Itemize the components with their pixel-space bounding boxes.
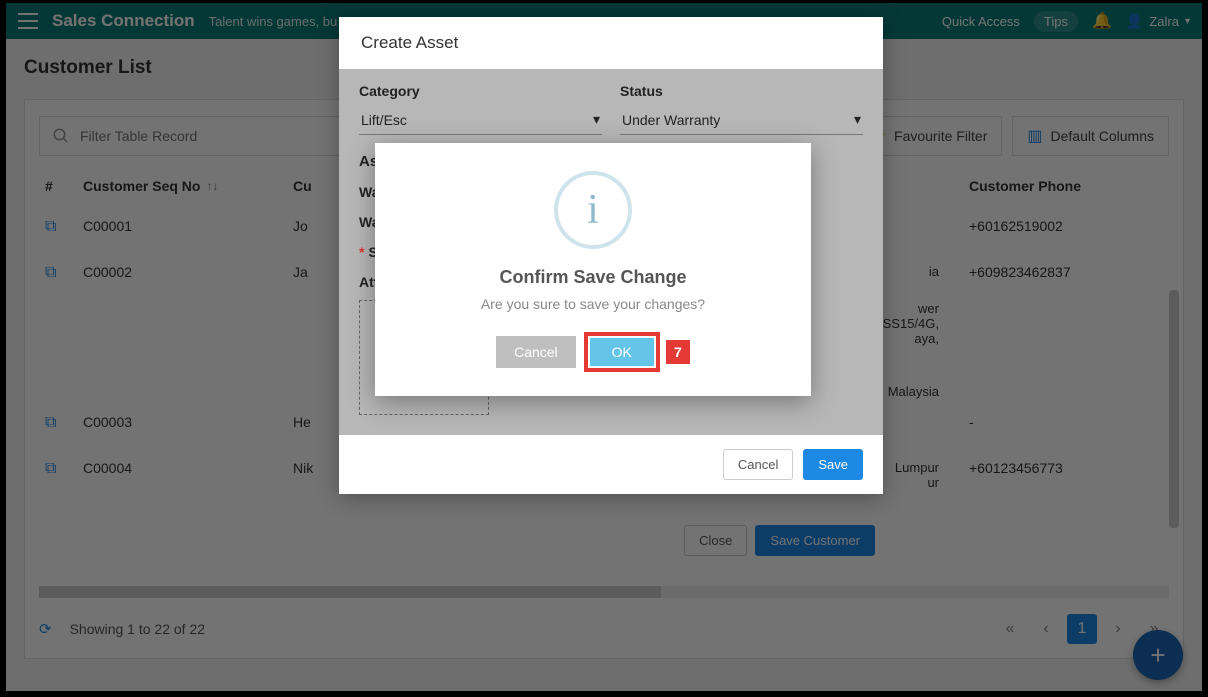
confirm-message: Are you sure to save your changes? <box>395 296 791 312</box>
info-icon: i <box>554 171 632 249</box>
category-select[interactable]: Lift/Esc ▾ <box>359 105 602 135</box>
status-select[interactable]: Under Warranty ▾ <box>620 105 863 135</box>
ok-highlight: OK <box>584 332 660 372</box>
confirm-dialog: i Confirm Save Change Are you sure to sa… <box>375 143 811 396</box>
confirm-ok-button[interactable]: OK <box>590 338 654 366</box>
modal-title: Create Asset <box>339 17 883 69</box>
step-badge-7: 7 <box>666 340 690 364</box>
caret-down-icon: ▾ <box>854 111 861 128</box>
asset-cancel-button[interactable]: Cancel <box>723 449 793 480</box>
status-label: Status <box>620 83 863 99</box>
category-label: Category <box>359 83 602 99</box>
asset-save-button[interactable]: Save <box>803 449 863 480</box>
confirm-cancel-button[interactable]: Cancel <box>496 336 576 368</box>
caret-down-icon: ▾ <box>593 111 600 128</box>
confirm-title: Confirm Save Change <box>395 267 791 288</box>
